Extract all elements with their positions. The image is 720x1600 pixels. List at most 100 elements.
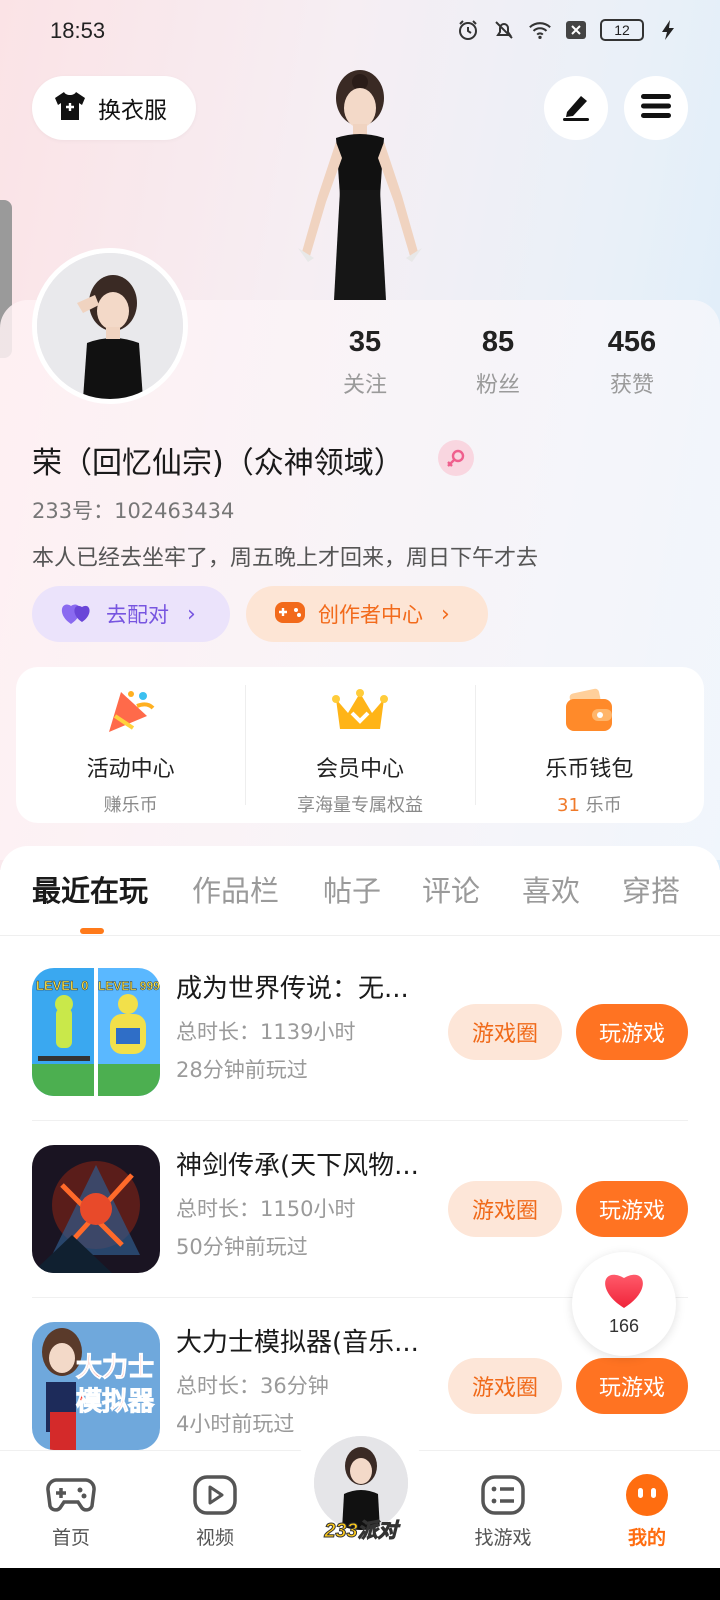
game-last-played: 50分钟前玩过 [176, 1235, 308, 1259]
tab-outfits[interactable]: 穿搭 [622, 868, 680, 910]
tab-recently-played[interactable]: 最近在玩 [32, 868, 148, 910]
battery-icon: 12 [600, 19, 644, 41]
match-label: 去配对 [106, 603, 169, 627]
sim-off-icon [564, 18, 588, 42]
stat-followers[interactable]: 85 粉丝 [438, 326, 558, 399]
play-game-button[interactable]: 玩游戏 [576, 1004, 688, 1060]
game-logo-line1: 大力士 [76, 1353, 154, 1383]
game-total-duration: 总时长：36分钟 [176, 1374, 329, 1398]
nav-find-games-label: 找游戏 [474, 1527, 532, 1549]
alarm-icon [456, 18, 480, 42]
female-gender-icon [438, 440, 474, 476]
coin-wallet-subtitle: 31 乐币 [475, 791, 704, 817]
tab-likes[interactable]: 喜欢 [522, 868, 580, 910]
heart-icon [572, 1268, 676, 1314]
tab-posts[interactable]: 帖子 [323, 868, 381, 910]
chevron-right-icon: › [187, 601, 196, 627]
hearts-icon [60, 598, 94, 631]
hamburger-icon [640, 92, 672, 124]
gamepad-icon [26, 1471, 116, 1519]
match-button[interactable]: 去配对 › [32, 586, 230, 642]
nav-party-label[interactable]: 233派对 [310, 1514, 412, 1543]
game-row[interactable]: LEVEL 0 LEVEL 999 成为世界传说：无... 总时长：1139小时… [0, 968, 720, 1144]
tabs-divider [0, 935, 720, 936]
vip-center-card[interactable]: 会员中心 享海量专属权益 [245, 667, 474, 823]
user-id: 233号：102463434 [32, 499, 235, 523]
likes-label: 获赞 [609, 373, 654, 398]
nav-find-games[interactable]: 找游戏 [458, 1471, 548, 1550]
tab-works[interactable]: 作品栏 [192, 868, 279, 910]
coin-wallet-title: 乐币钱包 [545, 757, 634, 782]
stat-likes[interactable]: 456 获赞 [572, 326, 692, 399]
nav-mine-label: 我的 [627, 1527, 666, 1549]
creator-center-button[interactable]: 创作者中心 › [246, 586, 488, 642]
profile-avatar[interactable] [32, 248, 188, 404]
system-navigation-bar [0, 1568, 720, 1600]
vip-center-title: 会员中心 [315, 757, 404, 782]
following-count: 35 [348, 326, 382, 358]
game-title: 大力士模拟器(音乐... [176, 1328, 419, 1358]
change-outfit-button[interactable]: 换衣服 [32, 76, 196, 140]
followers-count: 85 [481, 326, 515, 358]
level-0-text: LEVEL 0 [36, 978, 89, 993]
game-last-played: 4小时前玩过 [176, 1412, 295, 1436]
vip-center-subtitle: 享海量专属权益 [296, 795, 423, 816]
game-circle-button[interactable]: 游戏圈 [448, 1004, 562, 1060]
menu-button[interactable] [624, 76, 688, 140]
crown-icon [245, 683, 474, 739]
active-tab-indicator [80, 928, 104, 934]
game-total-duration: 总时长：1150小时 [176, 1197, 356, 1221]
activity-center-card[interactable]: 活动中心 赚乐币 [16, 667, 245, 823]
game-circle-button[interactable]: 游戏圈 [448, 1181, 562, 1237]
avatar-character-figure[interactable] [280, 66, 440, 300]
stat-following[interactable]: 35 关注 [305, 326, 425, 399]
wallet-icon [475, 683, 704, 739]
nav-video[interactable]: 视频 [170, 1471, 260, 1550]
pen-icon [559, 90, 593, 126]
followers-label: 粉丝 [475, 373, 520, 398]
gamepad-plus-icon [274, 599, 306, 630]
mute-icon [492, 18, 516, 42]
floating-like-button[interactable]: 166 [572, 1252, 676, 1356]
row-divider [32, 1120, 688, 1121]
nav-home-label: 首页 [51, 1527, 90, 1549]
game-title: 成为世界传说：无... [176, 974, 409, 1004]
chevron-right-icon: › [441, 601, 450, 627]
quick-access-panel: 活动中心 赚乐币 会员中心 享海量专属权益 乐币钱包 31 乐币 [16, 667, 704, 823]
username: 荣（回忆仙宗)（众神领域） [32, 446, 404, 481]
tshirt-icon [52, 90, 88, 126]
level-999-text: LEVEL 999 [98, 979, 160, 993]
list-icon [458, 1471, 548, 1519]
game-logo-line2: 模拟器 [76, 1387, 155, 1417]
nav-home[interactable]: 首页 [26, 1471, 116, 1550]
status-bar: 18:53 12 [0, 0, 720, 64]
play-game-button[interactable]: 玩游戏 [576, 1358, 688, 1414]
smiley-face-icon [602, 1471, 692, 1519]
coin-balance: 31 [557, 795, 580, 816]
coin-wallet-card[interactable]: 乐币钱包 31 乐币 [474, 667, 704, 823]
user-bio: 本人已经去坐牢了，周五晚上才回来，周日下午才去 [32, 546, 539, 571]
change-outfit-label: 换衣服 [98, 98, 167, 124]
game-last-played: 28分钟前玩过 [176, 1058, 308, 1082]
activity-center-title: 活动中心 [86, 757, 175, 782]
creator-center-label: 创作者中心 [318, 603, 423, 627]
profile-tabs: 最近在玩 作品栏 帖子 评论 喜欢 穿搭 [0, 868, 720, 938]
game-thumbnail[interactable]: LEVEL 0 LEVEL 999 [32, 968, 160, 1096]
activity-center-subtitle: 赚乐币 [103, 795, 158, 816]
nav-mine[interactable]: 我的 [602, 1471, 692, 1550]
video-play-icon [170, 1471, 260, 1519]
likes-count: 456 [607, 326, 657, 358]
tab-comments[interactable]: 评论 [422, 868, 480, 910]
game-thumbnail[interactable]: 大力士 模拟器 [32, 1322, 160, 1450]
wifi-icon [528, 18, 552, 42]
like-count: 166 [608, 1316, 640, 1336]
game-circle-button[interactable]: 游戏圈 [448, 1358, 562, 1414]
charging-icon [656, 18, 680, 42]
play-game-button[interactable]: 玩游戏 [576, 1181, 688, 1237]
game-thumbnail[interactable] [32, 1145, 160, 1273]
party-popper-icon [16, 683, 245, 739]
edit-profile-button[interactable] [544, 76, 608, 140]
game-title: 神剑传承(天下风物... [176, 1151, 419, 1181]
game-total-duration: 总时长：1139小时 [176, 1020, 356, 1044]
status-icons: 12 [456, 18, 680, 42]
